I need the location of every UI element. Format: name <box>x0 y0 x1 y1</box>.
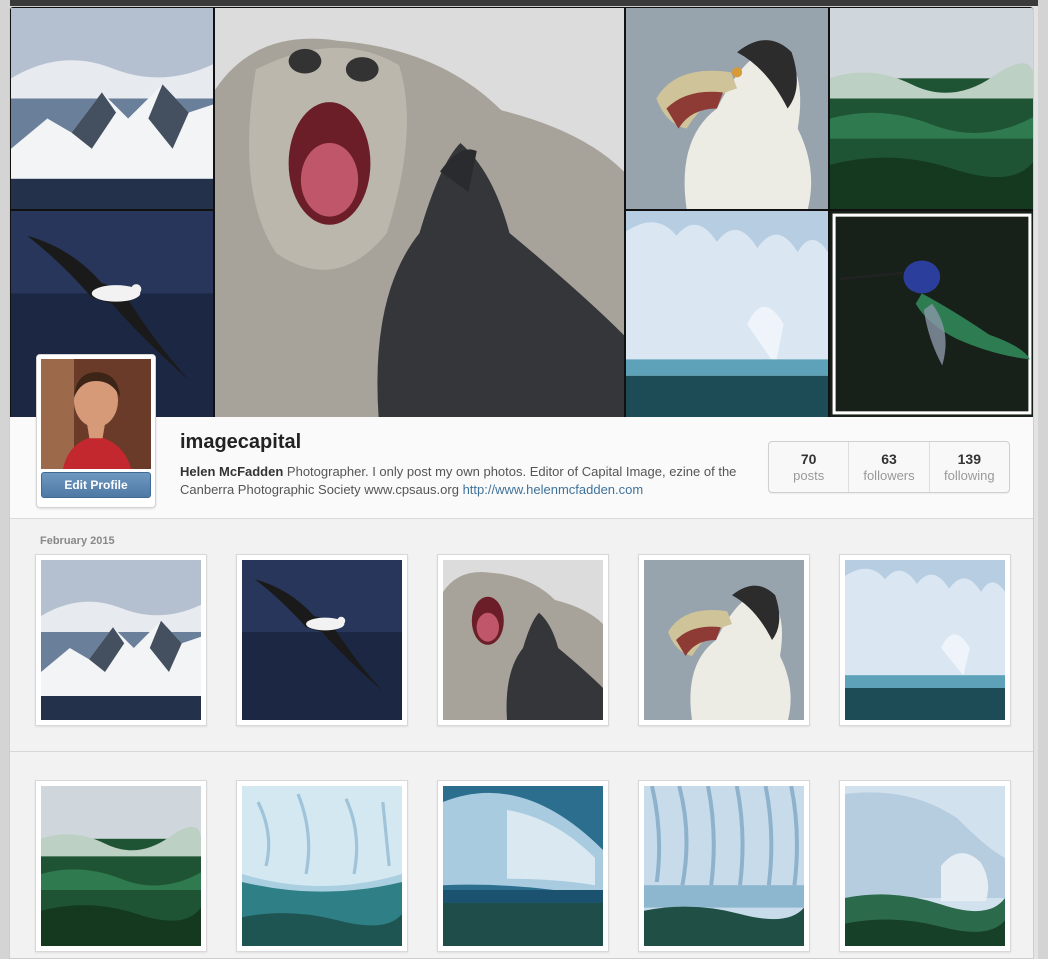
stat-posts-value: 70 <box>800 451 817 467</box>
feed-thumb-ice-wall[interactable] <box>437 780 609 952</box>
profile-bio: Helen McFadden Photographer. I only post… <box>180 463 740 499</box>
cover-seal-photo[interactable] <box>215 8 624 417</box>
stat-followers[interactable]: 63 followers <box>848 442 928 492</box>
feed-thumb-chick[interactable] <box>638 554 810 726</box>
stat-followers-label: followers <box>863 468 915 483</box>
stat-following-value: 139 <box>957 451 981 467</box>
cover-collage <box>10 7 1033 417</box>
feed-thumb-ice-splash[interactable] <box>839 780 1011 952</box>
feed-thumb-ice-cave[interactable] <box>236 780 408 952</box>
avatar-frame: Edit Profile <box>36 354 156 508</box>
cover-chick-photo[interactable] <box>626 8 828 209</box>
stat-posts-label: posts <box>793 468 825 483</box>
feed-month-label: February 2015 <box>40 535 115 547</box>
cover-hummingbird-photo[interactable] <box>830 211 1033 417</box>
feed-row-divider <box>10 751 1033 752</box>
right-gutter <box>1038 0 1048 959</box>
feed-thumb-wave[interactable] <box>35 780 207 952</box>
feed-thumb-albatross[interactable] <box>236 554 408 726</box>
cover-iceberg-photo[interactable] <box>626 211 828 417</box>
stat-following-label: following <box>944 468 995 483</box>
edit-profile-button[interactable]: Edit Profile <box>41 472 151 498</box>
feed-thumb-mountain[interactable] <box>35 554 207 726</box>
profile-website-link[interactable]: http://www.helenmcfadden.com <box>463 482 644 497</box>
avatar[interactable] <box>41 359 151 469</box>
profile-card: Edit Profile imagecapital Helen McFadden… <box>9 6 1034 959</box>
profile-full-name: Helen McFadden <box>180 464 284 479</box>
feed-thumb-seal[interactable] <box>437 554 609 726</box>
stat-followers-value: 63 <box>881 451 897 467</box>
stat-posts[interactable]: 70 posts <box>769 442 848 492</box>
profile-stats: 70 posts 63 followers 139 following <box>768 441 1010 493</box>
feed-thumb-iceberg[interactable] <box>839 554 1011 726</box>
stat-following[interactable]: 139 following <box>928 442 1009 492</box>
feed-thumb-ice-texture[interactable] <box>638 780 810 952</box>
cover-wave-photo[interactable] <box>830 8 1033 209</box>
cover-mountain-photo[interactable] <box>11 8 213 209</box>
profile-username: imagecapital <box>180 431 302 453</box>
